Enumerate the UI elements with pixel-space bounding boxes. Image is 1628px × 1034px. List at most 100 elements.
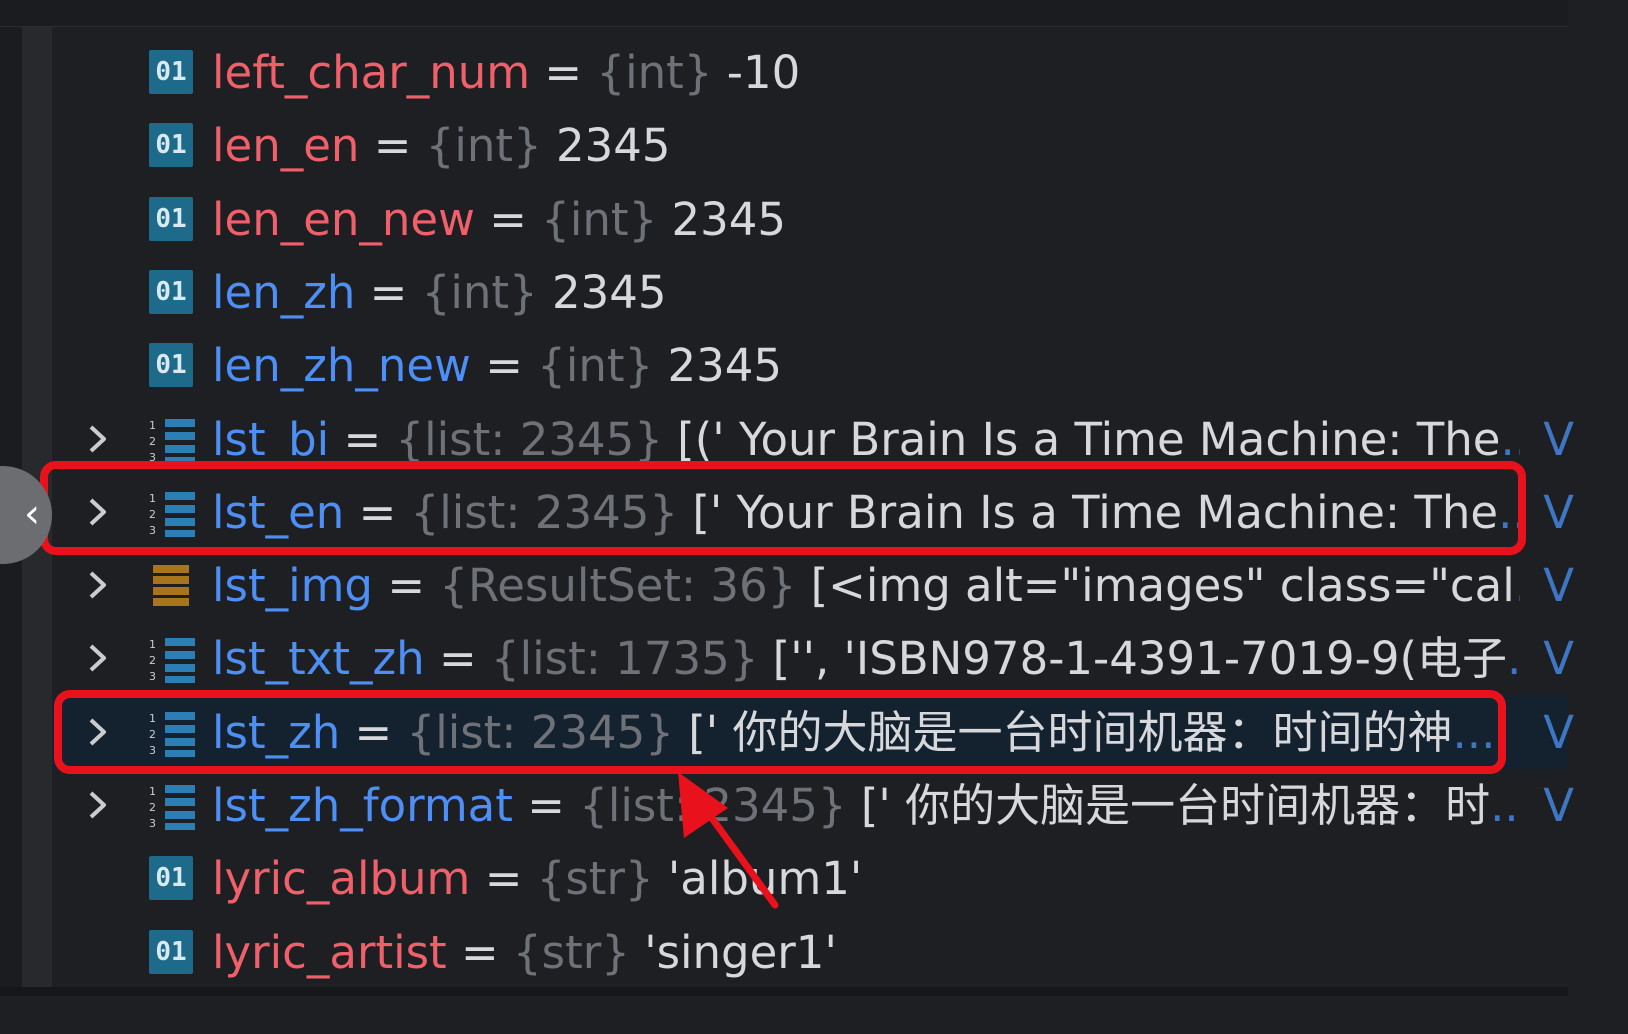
variable-type: {list: 2345}: [395, 413, 663, 466]
svg-text:2: 2: [149, 654, 156, 667]
variable-text: lyric_artist = {str} 'singer1': [212, 925, 1520, 981]
panel-top-bar: [0, 0, 1568, 27]
variable-text: lst_txt_zh = {list: 1735} ['', 'ISBN978-…: [212, 631, 1520, 687]
variable-name: len_zh: [212, 266, 356, 319]
chevron-right-icon[interactable]: [84, 423, 112, 455]
int-icon: 01: [149, 50, 193, 94]
value-ellipsis: ...: [1507, 632, 1520, 685]
variable-row-len-en-new[interactable]: 01 len_en_new = {int} 2345: [52, 183, 1568, 256]
list-icon: 123: [149, 417, 195, 464]
variable-value: 'album1': [667, 852, 863, 905]
chevron-right-icon[interactable]: [84, 789, 112, 821]
int-icon: 01: [149, 197, 193, 241]
view-link[interactable]: V: [1543, 778, 1574, 834]
variable-text: len_en = {int} 2345: [212, 118, 1520, 174]
variable-name: lst_bi: [212, 413, 330, 466]
int-icon: 01: [149, 930, 193, 974]
variable-type: {ResultSet: 36}: [439, 559, 797, 612]
equals-sign: =: [489, 193, 527, 246]
variable-type: {str}: [513, 926, 630, 979]
variable-row-len-en[interactable]: 01 len_en = {int} 2345: [52, 109, 1568, 182]
variable-name: lyric_album: [212, 852, 471, 905]
variable-type: {int}: [537, 339, 654, 392]
equals-sign: =: [387, 559, 426, 612]
equals-sign: =: [369, 266, 408, 319]
int-icon: 01: [149, 856, 193, 900]
equals-sign: =: [343, 413, 382, 466]
svg-text:2: 2: [149, 435, 156, 448]
variable-value: 2345: [671, 193, 787, 246]
variable-type: {list: 2345}: [579, 779, 847, 832]
view-link[interactable]: V: [1543, 412, 1574, 468]
variable-text: len_en_new = {int} 2345: [212, 192, 1520, 248]
variable-text: lst_img = {ResultSet: 36} [<img alt="ima…: [212, 558, 1520, 614]
svg-text:3: 3: [149, 670, 156, 683]
variable-name: left_char_num: [212, 46, 531, 99]
variable-type: {int}: [425, 119, 542, 172]
variable-text: lst_zh_format = {list: 2345} [' 你的大脑是一台时…: [212, 778, 1520, 834]
svg-text:2: 2: [149, 801, 156, 814]
variable-row-lyric-artist[interactable]: 01 lyric_artist = {str} 'singer1': [52, 916, 1568, 989]
variable-value: 2345: [556, 119, 671, 172]
highlight-box-lst-zh: [54, 690, 1506, 774]
view-link[interactable]: V: [1543, 558, 1574, 614]
list-icon: 1 2 3: [149, 783, 195, 830]
resultset-icon: [149, 563, 193, 607]
view-link[interactable]: V: [1543, 705, 1574, 761]
variable-name: lst_zh_format: [212, 779, 513, 832]
variable-value: 'singer1': [644, 926, 837, 979]
svg-text:1: 1: [149, 419, 156, 432]
view-link[interactable]: V: [1543, 485, 1574, 541]
variable-type: {int}: [541, 193, 658, 246]
variable-value: ['', 'ISBN978-1-4391-7019-9(电子: [772, 632, 1508, 685]
list-icon: 1 2 3: [149, 636, 195, 683]
variable-name: len_en: [212, 119, 360, 172]
variable-row-lst-img[interactable]: lst_img = {ResultSet: 36} [<img alt="ima…: [52, 549, 1574, 622]
equals-sign: =: [438, 632, 477, 685]
variable-value: [<img alt="images" class="cal: [810, 559, 1515, 612]
variable-type: {int}: [421, 266, 538, 319]
variable-text: left_char_num = {int} -10: [212, 45, 1520, 101]
chevron-right-icon[interactable]: [84, 569, 112, 601]
variable-name: len_en_new: [212, 193, 475, 246]
variable-row-lst-zh-format[interactable]: 1 2 3 lst_zh_format = {list: 2345} [' 你的大脑是…: [52, 769, 1574, 842]
variable-value: [' 你的大脑是一台时间机器：时: [860, 779, 1491, 832]
variable-text: len_zh_new = {int} 2345: [212, 338, 1520, 394]
svg-text:1: 1: [149, 785, 156, 798]
variable-value: 2345: [667, 339, 782, 392]
variable-text: len_zh = {int} 2345: [212, 265, 1520, 321]
highlight-box-lst-en: [40, 461, 1526, 555]
variable-name: len_zh_new: [212, 339, 471, 392]
value-ellipsis: ...: [1515, 559, 1520, 612]
variable-value: [(' Your Brain Is a Time Machine: The: [677, 413, 1501, 466]
variable-type: {int}: [596, 46, 713, 99]
variable-row-len-zh-new[interactable]: 01 len_zh_new = {int} 2345: [52, 329, 1568, 402]
variable-type: {list: 1735}: [491, 632, 759, 685]
int-icon: 01: [149, 343, 193, 387]
variable-name: lst_img: [212, 559, 373, 612]
equals-sign: =: [484, 852, 523, 905]
variable-value: -10: [726, 46, 801, 99]
value-ellipsis: ...: [1490, 779, 1520, 832]
variable-row-left-char-num[interactable]: 01 left_char_num = {int} -10: [52, 36, 1568, 109]
variable-name: lyric_artist: [212, 926, 447, 979]
value-ellipsis: ...: [1500, 413, 1520, 466]
svg-text:3: 3: [149, 817, 156, 830]
int-icon: 01: [149, 270, 193, 314]
equals-sign: =: [544, 46, 583, 99]
equals-sign: =: [485, 339, 523, 392]
variable-row-lst-txt-zh[interactable]: 1 2 3 lst_txt_zh = {list: 1735} ['', 'ISBN9…: [52, 622, 1574, 695]
svg-text:1: 1: [149, 638, 156, 651]
variable-text: lst_bi = {list: 2345} [(' Your Brain Is …: [212, 412, 1520, 468]
int-icon: 01: [149, 123, 193, 167]
view-link[interactable]: V: [1543, 631, 1574, 687]
variable-value: 2345: [551, 266, 667, 319]
variable-row-len-zh[interactable]: 01 len_zh = {int} 2345: [52, 256, 1568, 329]
variable-row-lyric-album[interactable]: 01 lyric_album = {str} 'album1': [52, 842, 1568, 915]
equals-sign: =: [373, 119, 412, 172]
variable-name: lst_txt_zh: [212, 632, 425, 685]
equals-sign: =: [527, 779, 565, 832]
equals-sign: =: [461, 926, 499, 979]
chevron-right-icon[interactable]: [84, 642, 112, 674]
variable-text: lyric_album = {str} 'album1': [212, 851, 1520, 907]
